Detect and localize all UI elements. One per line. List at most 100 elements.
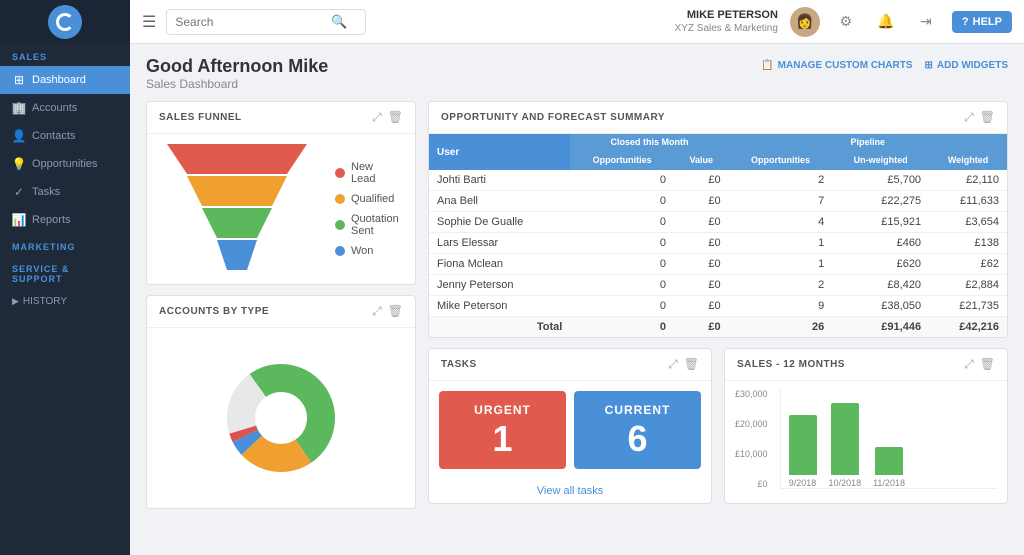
building-icon: 🏢 <box>12 101 26 115</box>
search-input[interactable] <box>175 15 325 29</box>
accounts-expand-icon[interactable]: ⤢ <box>372 304 382 319</box>
sidebar: SALES ⊞ Dashboard 🏢 Accounts 👤 Contacts … <box>0 0 130 555</box>
tasks-boxes: URGENT 1 CURRENT 6 <box>429 381 711 479</box>
opp-expand-icon[interactable]: ⤢ <box>964 110 974 125</box>
cell-c-val: £0 <box>674 170 729 191</box>
cell-c-opp: 0 <box>570 212 674 233</box>
sidebar-history[interactable]: ▶ HISTORY <box>0 288 130 315</box>
sidebar-item-dashboard[interactable]: ⊞ Dashboard <box>0 66 130 94</box>
bell-icon[interactable]: 🔔 <box>872 8 900 36</box>
won-dot <box>335 246 345 256</box>
funnel-delete-icon[interactable]: 🗑 <box>388 110 403 125</box>
current-task-box[interactable]: CURRENT 6 <box>574 391 701 469</box>
col-user: User <box>429 134 570 170</box>
cell-user: Johti Barti <box>429 170 570 191</box>
cell-p-unw: £620 <box>832 254 929 275</box>
bar <box>831 403 859 475</box>
tasks-delete-icon[interactable]: 🗑 <box>684 357 699 372</box>
cell-p-opp: 4 <box>729 212 833 233</box>
y-label-0: £0 <box>735 479 768 489</box>
cell-p-opp: 9 <box>729 296 833 317</box>
quotation-label: Quotation Sent <box>351 213 399 237</box>
sidebar-label-dashboard: Dashboard <box>32 74 86 86</box>
left-column: SALES FUNNEL ⤢ 🗑 <box>146 101 416 509</box>
sales-delete-icon[interactable]: 🗑 <box>980 357 995 372</box>
content-area: Good Afternoon Mike Sales Dashboard 📋 MA… <box>130 44 1024 555</box>
hamburger-icon[interactable]: ☰ <box>142 12 156 32</box>
qualified-label: Qualified <box>351 193 394 205</box>
accounts-card-actions: ⤢ 🗑 <box>372 304 403 319</box>
cell-p-w: £11,633 <box>929 191 1007 212</box>
total-label: Total <box>429 317 570 338</box>
table-row: Lars Elessar 0 £0 1 £460 £138 <box>429 233 1007 254</box>
cell-user: Fiona Mclean <box>429 254 570 275</box>
sidebar-item-tasks[interactable]: ✓ Tasks <box>0 178 130 206</box>
section-sales-label: SALES <box>0 44 130 66</box>
qualified-dot <box>335 194 345 204</box>
sidebar-item-reports[interactable]: 📊 Reports <box>0 206 130 234</box>
settings-icon[interactable]: ⚙ <box>832 8 860 36</box>
page-actions: 📋 MANAGE CUSTOM CHARTS ⊞ ADD WIDGETS <box>761 60 1008 71</box>
main-area: ☰ 🔍 MIKE PETERSON XYZ Sales & Marketing … <box>130 0 1024 555</box>
table-row: Johti Barti 0 £0 2 £5,700 £2,110 <box>429 170 1007 191</box>
opportunity-title: OPPORTUNITY AND FORECAST SUMMARY <box>441 112 665 123</box>
urgent-count: 1 <box>447 421 558 457</box>
funnel-legend: New Lead Qualified Quotation Sent <box>327 153 407 265</box>
cell-user: Lars Elessar <box>429 233 570 254</box>
logout-icon[interactable]: ⇥ <box>912 8 940 36</box>
tasks-card: TASKS ⤢ 🗑 URGENT 1 <box>428 348 712 504</box>
cell-user: Jenny Peterson <box>429 275 570 296</box>
right-column: OPPORTUNITY AND FORECAST SUMMARY ⤢ 🗑 Use… <box>428 101 1008 509</box>
grid-icon: ⊞ <box>12 73 26 87</box>
table-row: Jenny Peterson 0 £0 2 £8,420 £2,884 <box>429 275 1007 296</box>
sidebar-item-opportunities[interactable]: 💡 Opportunities <box>0 150 130 178</box>
sales-funnel-header: SALES FUNNEL ⤢ 🗑 <box>147 102 415 134</box>
sales-funnel-title: SALES FUNNEL <box>159 112 242 123</box>
sales-funnel-card: SALES FUNNEL ⤢ 🗑 <box>146 101 416 285</box>
bar-group: 11/2018 <box>873 389 905 488</box>
sales-chart: £30,000 £20,000 £10,000 £0 9/2018 10/201… <box>725 381 1007 497</box>
manage-charts-button[interactable]: 📋 MANAGE CUSTOM CHARTS <box>761 60 912 71</box>
tasks-expand-icon[interactable]: ⤢ <box>668 357 678 372</box>
table-total-row: Total 0 £0 26 £91,446 £42,216 <box>429 317 1007 338</box>
urgent-label: URGENT <box>447 403 558 417</box>
tasks-header: TASKS ⤢ 🗑 <box>429 349 711 381</box>
opportunity-card: OPPORTUNITY AND FORECAST SUMMARY ⤢ 🗑 Use… <box>428 101 1008 338</box>
help-button[interactable]: ? HELP <box>952 11 1012 33</box>
section-marketing-label: MARKETING <box>0 234 130 256</box>
cell-p-unw: £460 <box>832 233 929 254</box>
cell-c-val: £0 <box>674 191 729 212</box>
page-title-area: Good Afternoon Mike Sales Dashboard <box>146 56 761 91</box>
cell-c-val: £0 <box>674 212 729 233</box>
sidebar-item-contacts[interactable]: 👤 Contacts <box>0 122 130 150</box>
current-label: CURRENT <box>582 403 693 417</box>
funnel-expand-icon[interactable]: ⤢ <box>372 110 382 125</box>
accounts-type-title: ACCOUNTS BY TYPE <box>159 306 269 317</box>
urgent-task-box[interactable]: URGENT 1 <box>439 391 566 469</box>
sales-expand-icon[interactable]: ⤢ <box>964 357 974 372</box>
y-label-30k: £30,000 <box>735 389 768 399</box>
search-box: 🔍 <box>166 9 366 35</box>
total-p-w: £42,216 <box>929 317 1007 338</box>
opp-delete-icon[interactable]: 🗑 <box>980 110 995 125</box>
accounts-delete-icon[interactable]: 🗑 <box>388 304 403 319</box>
add-widgets-button[interactable]: ⊞ ADD WIDGETS <box>925 60 1009 71</box>
search-icon[interactable]: 🔍 <box>331 14 347 30</box>
bar <box>789 415 817 475</box>
sidebar-item-accounts[interactable]: 🏢 Accounts <box>0 94 130 122</box>
current-count: 6 <box>582 421 693 457</box>
bar <box>875 447 903 475</box>
dashboard-grid: SALES FUNNEL ⤢ 🗑 <box>146 101 1008 509</box>
sales-chart-area: £30,000 £20,000 £10,000 £0 9/2018 10/201… <box>735 389 997 489</box>
avatar: 👩 <box>790 7 820 37</box>
cell-p-unw: £5,700 <box>832 170 929 191</box>
col-unw: Un-weighted <box>832 150 929 170</box>
accounts-by-type-card: ACCOUNTS BY TYPE ⤢ 🗑 <box>146 295 416 509</box>
table-row: Fiona Mclean 0 £0 1 £620 £62 <box>429 254 1007 275</box>
bars-container: 9/2018 10/2018 11/2018 <box>780 389 997 489</box>
cell-user: Ana Bell <box>429 191 570 212</box>
check-icon: ✓ <box>12 185 26 199</box>
help-icon: ? <box>962 16 969 28</box>
bottom-row: TASKS ⤢ 🗑 URGENT 1 <box>428 348 1008 504</box>
view-all-tasks-link[interactable]: View all tasks <box>429 479 711 503</box>
